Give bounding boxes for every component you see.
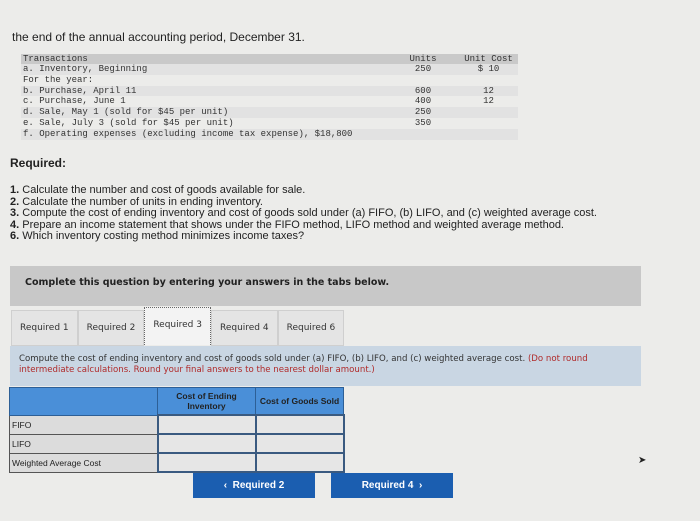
transaction-label: c. Purchase, June 1 bbox=[23, 96, 126, 107]
transaction-label: d. Sale, May 1 (sold for $45 per unit) bbox=[23, 107, 229, 118]
prev-button-label: Required 2 bbox=[232, 480, 285, 491]
required-item-number: 6. bbox=[10, 230, 20, 243]
next-button-label: Required 4 bbox=[361, 480, 414, 491]
answer-header-row: Cost of Ending Inventory Cost of Goods S… bbox=[9, 387, 344, 416]
transaction-row: b. Purchase, April 11 600 12 bbox=[21, 85, 518, 97]
wac-ending-inventory-input[interactable] bbox=[158, 453, 259, 472]
required-item-number: 4. bbox=[10, 218, 20, 231]
wac-cogs-input[interactable] bbox=[256, 453, 347, 472]
required-list: 1. Calculate the number and cost of good… bbox=[10, 184, 597, 243]
transaction-label: f. Operating expenses (excluding income … bbox=[23, 128, 353, 139]
row-label-lifo: LIFO bbox=[9, 433, 158, 454]
transaction-units: 250 bbox=[414, 64, 432, 74]
transaction-row: a. Inventory, Beginning 250 $ 10 bbox=[21, 64, 518, 75]
cogs-header: Cost of Goods Sold bbox=[255, 387, 344, 416]
required-item-text: Calculate the number of units in ending … bbox=[19, 195, 263, 208]
instruction-main: Compute the cost of ending inventory and… bbox=[19, 354, 526, 364]
wac-ending-inventory-cell[interactable] bbox=[156, 452, 259, 473]
transaction-row: For the year: bbox=[21, 75, 518, 86]
transaction-label: b. Purchase, April 11 bbox=[23, 85, 137, 96]
table-row: FIFO bbox=[9, 414, 347, 435]
units-header: Units bbox=[409, 54, 437, 64]
next-required-button[interactable]: Required 4 › bbox=[331, 473, 453, 498]
transactions-header: Transactions Units Unit Cost bbox=[21, 54, 518, 64]
mouse-cursor-icon: ➤ bbox=[638, 455, 647, 466]
transaction-row: f. Operating expenses (excluding income … bbox=[21, 128, 518, 140]
required-item-text: Which inventory costing method minimizes… bbox=[19, 230, 305, 243]
required-item-number: 3. bbox=[10, 207, 20, 220]
transaction-label: a. Inventory, Beginning bbox=[23, 64, 148, 74]
fifo-cogs-input[interactable] bbox=[256, 415, 347, 434]
prev-required-button[interactable]: ‹ Required 2 bbox=[193, 473, 315, 498]
answer-header-blank bbox=[9, 387, 158, 416]
chevron-right-icon: › bbox=[418, 480, 423, 491]
transaction-row: e. Sale, July 3 (sold for $45 per unit) 3… bbox=[21, 118, 518, 129]
transaction-units: 400 bbox=[414, 96, 432, 107]
intro-text: the end of the annual accounting period,… bbox=[12, 30, 305, 44]
transaction-unit-cost: $ 10 bbox=[477, 64, 500, 74]
instruction-panel: Compute the cost of ending inventory and… bbox=[10, 346, 641, 386]
tab-required-4[interactable]: Required 4 bbox=[210, 310, 278, 346]
required-item: 6. Which inventory costing method minimi… bbox=[10, 231, 597, 243]
required-title: Required: bbox=[10, 156, 67, 170]
unit-cost-header: Unit Cost bbox=[464, 54, 513, 64]
required-item-number: 1. bbox=[10, 184, 20, 196]
transactions-table: Transactions Units Unit Cost a. Inventor… bbox=[21, 54, 518, 140]
required-item-text: Calculate the number and cost of goods a… bbox=[19, 184, 306, 196]
fifo-cogs-cell[interactable] bbox=[254, 414, 347, 435]
required-item-text: Prepare an income statement that shows u… bbox=[19, 218, 564, 231]
fifo-ending-inventory-cell[interactable] bbox=[156, 414, 259, 435]
complete-banner-text: Complete this question by entering your … bbox=[25, 277, 390, 288]
lifo-ending-inventory-cell[interactable] bbox=[156, 433, 259, 454]
transaction-units: 350 bbox=[414, 117, 432, 128]
wac-cogs-cell[interactable] bbox=[254, 452, 347, 473]
transaction-units: 250 bbox=[414, 107, 432, 118]
fifo-ending-inventory-input[interactable] bbox=[158, 415, 259, 434]
row-label-weighted-average: Weighted Average Cost bbox=[9, 452, 158, 473]
transaction-row: d. Sale, May 1 (sold for $45 per unit) 25… bbox=[21, 107, 518, 118]
transaction-units: 600 bbox=[414, 85, 432, 96]
chevron-left-icon: ‹ bbox=[223, 480, 228, 491]
answer-table: Cost of Ending Inventory Cost of Goods S… bbox=[9, 387, 347, 473]
table-row: LIFO bbox=[9, 433, 347, 454]
complete-banner: Complete this question by entering your … bbox=[10, 266, 641, 306]
tab-required-6[interactable]: Required 6 bbox=[277, 310, 345, 346]
instruction-text: Compute the cost of ending inventory and… bbox=[19, 354, 639, 376]
required-item-number: 2. bbox=[10, 195, 20, 208]
row-label-fifo: FIFO bbox=[9, 414, 158, 435]
tab-required-2[interactable]: Required 2 bbox=[77, 310, 145, 346]
lifo-cogs-input[interactable] bbox=[256, 434, 347, 453]
lifo-ending-inventory-input[interactable] bbox=[158, 434, 259, 453]
ending-inventory-header: Cost of Ending Inventory bbox=[157, 387, 256, 416]
transaction-label: e. Sale, July 3 (sold for $45 per unit) bbox=[23, 117, 234, 128]
tab-required-3[interactable]: Required 3 bbox=[144, 307, 211, 345]
tab-required-1[interactable]: Required 1 bbox=[11, 310, 78, 346]
transaction-unit-cost: 12 bbox=[483, 85, 494, 96]
transaction-label: For the year: bbox=[23, 74, 94, 85]
transaction-row: c. Purchase, June 1 400 12 bbox=[21, 96, 518, 107]
required-item-text: Compute the cost of ending inventory and… bbox=[19, 207, 597, 220]
table-row: Weighted Average Cost bbox=[9, 452, 347, 473]
tab-bar: Required 1 Required 2 Required 3 Require… bbox=[11, 307, 345, 346]
transactions-header-label: Transactions bbox=[23, 54, 88, 64]
transaction-unit-cost: 12 bbox=[483, 96, 494, 107]
lifo-cogs-cell[interactable] bbox=[254, 433, 347, 454]
